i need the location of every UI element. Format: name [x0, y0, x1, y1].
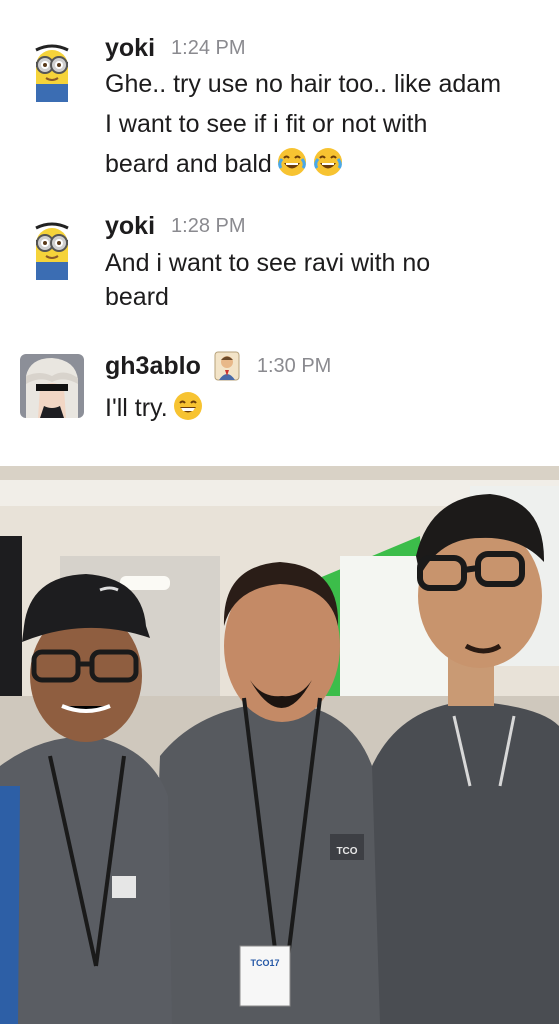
joy-face-icon	[277, 148, 306, 176]
message-header: yoki 1:28 PM	[105, 212, 246, 241]
person-badge-icon	[214, 351, 240, 381]
message-line-text: I'll try.	[105, 394, 168, 422]
message-line: And i want to see ravi with no	[105, 249, 431, 277]
message-line: beard and bald	[105, 144, 545, 184]
message-text: Ghe.. try use no hair too.. like adam I …	[105, 64, 545, 184]
anime-avatar-icon	[20, 354, 84, 418]
message-text: And i want to see ravi with no beard	[105, 246, 545, 314]
minion-avatar-icon	[20, 216, 84, 280]
username[interactable]: gh3ablo	[105, 352, 201, 381]
hoodie-logo-text: TCO	[336, 846, 357, 857]
message-line: Ghe.. try use no hair too.. like adam	[105, 70, 502, 98]
username[interactable]: yoki	[105, 212, 155, 241]
username[interactable]: yoki	[105, 34, 155, 63]
timestamp[interactable]: 1:28 PM	[171, 215, 245, 238]
timestamp[interactable]: 1:30 PM	[257, 355, 331, 378]
avatar-gh3ablo[interactable]	[20, 354, 84, 418]
message-line: beard	[105, 283, 169, 311]
message-header: gh3ablo 1:30 PM	[105, 350, 331, 382]
message-line: I want to see if i fit or not with	[105, 110, 428, 138]
message-header: yoki 1:24 PM	[105, 34, 246, 63]
minion-avatar-icon	[20, 38, 84, 102]
timestamp[interactable]: 1:24 PM	[171, 37, 245, 60]
joy-face-icon	[313, 148, 342, 176]
grin-face-icon	[173, 392, 202, 420]
message-line-text: beard and bald	[105, 150, 272, 178]
group-photo: TCO17 TCO	[0, 466, 559, 1024]
avatar-yoki[interactable]	[20, 216, 84, 280]
shared-photo[interactable]: TCO17 TCO	[0, 466, 559, 1024]
lanyard-text: TCO17	[250, 958, 279, 968]
message-line: I'll try.	[105, 388, 545, 428]
avatar-yoki[interactable]	[20, 38, 84, 102]
message-text: I'll try.	[105, 388, 545, 428]
